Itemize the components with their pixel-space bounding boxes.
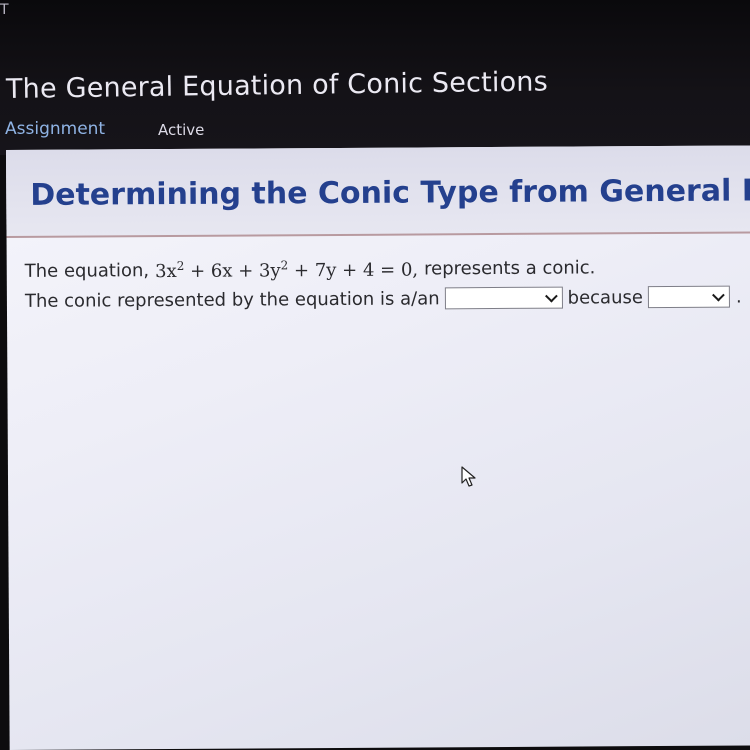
content-panel: Determining the Conic Type from General … <box>6 145 750 750</box>
conic-prompt-text: The conic represented by the equation is… <box>24 287 440 312</box>
equation: 3x2 + 6x + 3y2 + 7y + 4 = 0, <box>155 257 418 282</box>
question-line-1: The equation, 3x2 + 6x + 3y2 + 7y + 4 = … <box>25 251 745 285</box>
conic-type-dropdown[interactable] <box>444 286 563 310</box>
question-block: The equation, 3x2 + 6x + 3y2 + 7y + 4 = … <box>25 251 745 315</box>
lesson-title: The General Equation of Conic Sections <box>5 66 549 105</box>
equation-term-2: + 6x + 3y <box>184 259 281 282</box>
status-label: Active <box>158 121 205 139</box>
because-label: because <box>567 286 643 309</box>
equation-intro-text: The equation, <box>24 259 150 282</box>
mouse-pointer-icon <box>461 466 476 487</box>
question-line-2: The conic represented by the equation is… <box>25 281 745 315</box>
equation-exponent-2: 2 <box>280 257 289 272</box>
sentence-period: . <box>735 286 742 308</box>
header-bar: T The General Equation of Conic Sections… <box>0 0 750 155</box>
equation-exponent-1: 2 <box>176 258 185 273</box>
chevron-down-icon <box>712 288 725 302</box>
corner-glyph: T <box>0 2 9 18</box>
equation-term-1: 3x <box>155 260 177 282</box>
equation-term-3: + 7y + 4 = 0, <box>288 258 419 281</box>
reason-dropdown[interactable] <box>647 285 730 309</box>
section-title: Determining the Conic Type from General … <box>30 172 750 213</box>
assignment-link[interactable]: Assignment <box>5 119 105 139</box>
chevron-down-icon <box>544 289 558 303</box>
page: T The General Equation of Conic Sections… <box>0 0 750 750</box>
equation-outro-text: represents a conic. <box>424 256 596 279</box>
section-banner: Determining the Conic Type from General … <box>6 145 750 238</box>
